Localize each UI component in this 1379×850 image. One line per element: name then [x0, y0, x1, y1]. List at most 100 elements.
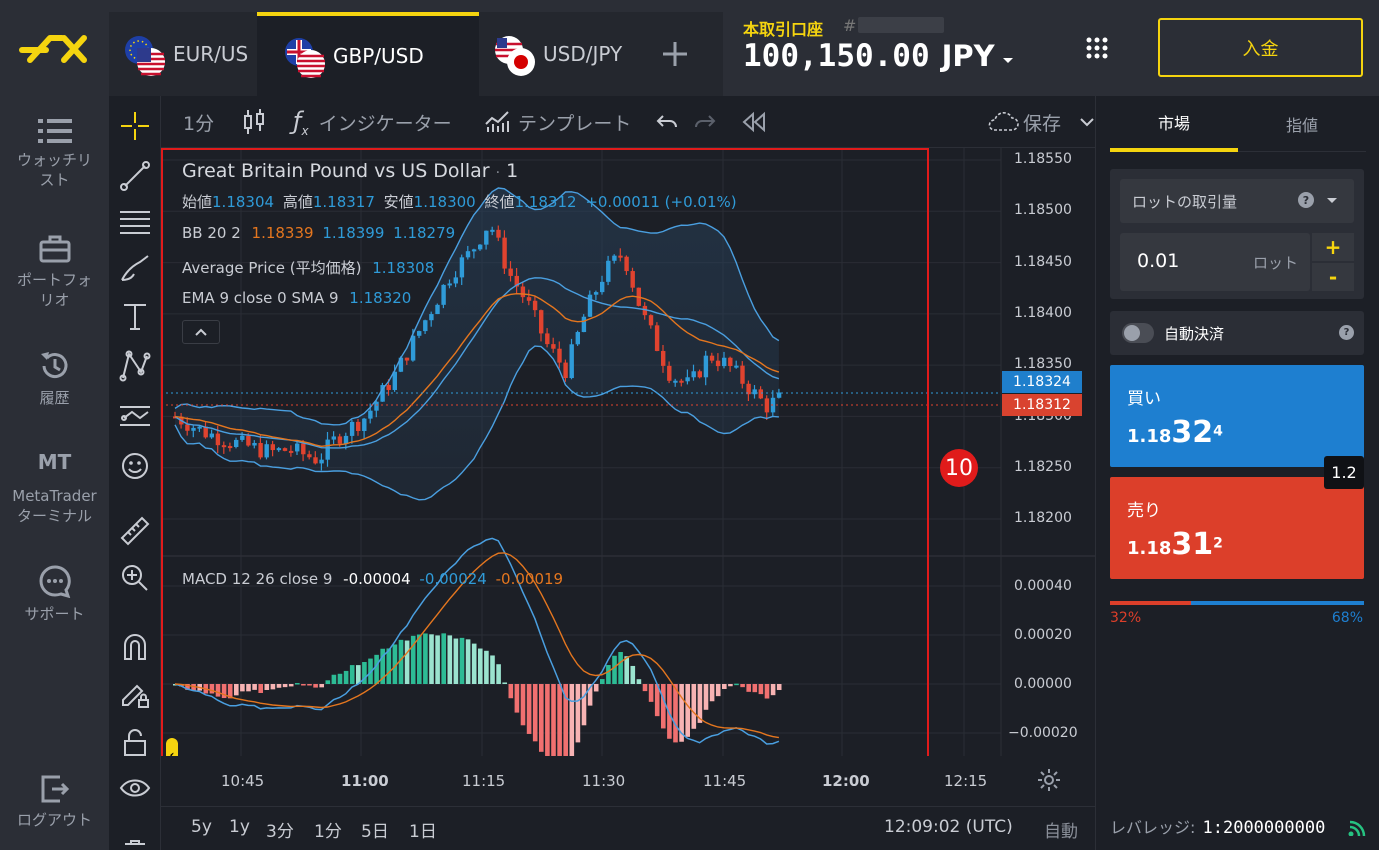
lot-input[interactable]: 0.01 ロット [1120, 233, 1310, 291]
chart-title: Great Britain Pound vs US Dollar [182, 160, 490, 182]
price-tick: 1.18200 [1014, 510, 1072, 526]
nav-metatrader[interactable]: MT MetaTraderターミナル [0, 452, 109, 526]
pattern-tool[interactable] [109, 346, 161, 386]
macd-histogram-bar [496, 664, 501, 684]
macd-histogram-bar [752, 684, 758, 693]
help-icon[interactable]: ? [1298, 192, 1314, 208]
deposit-button[interactable]: 入金 [1158, 18, 1363, 77]
period-1d[interactable]: 1日 [409, 817, 437, 842]
save-button[interactable]: 保存 [985, 96, 1095, 148]
undo-icon [656, 115, 677, 128]
rewind-button[interactable] [741, 96, 767, 148]
buy-price-big: 1.18 [1127, 426, 1172, 447]
nav-watchlist[interactable]: ウォッチリスト [0, 118, 109, 190]
text-tool[interactable] [109, 296, 161, 336]
emoji-tool[interactable] [109, 446, 161, 486]
chart-interval: 1 [506, 160, 519, 182]
lot-decrease-button[interactable]: - [1312, 263, 1354, 291]
macd-histogram-bar [343, 670, 349, 684]
nav-portfolio[interactable]: ポートフォリオ [0, 234, 109, 310]
macd-histogram-bar [423, 633, 428, 684]
indicators-button[interactable]: ƒx インジケーター [293, 96, 452, 148]
chart-toolbar: 1分 ƒx インジケーター テンプレート 保存 [161, 96, 1095, 148]
interval-button[interactable]: 1分 [183, 96, 214, 148]
lock-tool[interactable] [109, 722, 161, 762]
price-chart[interactable]: Great Britain Pound vs US Dollar · 1 始値1… [161, 148, 1095, 772]
tab-market[interactable]: 市場 [1110, 96, 1238, 152]
nav-logout[interactable]: ログアウト [0, 774, 109, 830]
add-tab-button[interactable] [627, 12, 723, 96]
period-3m[interactable]: 3分 [266, 817, 294, 842]
auto-scale-button[interactable]: 自動 [1044, 817, 1078, 842]
spread-badge: 1.2 [1324, 456, 1364, 489]
help-icon[interactable]: ? [1339, 325, 1354, 340]
tab-usdjpy[interactable]: USD/JPY [479, 12, 627, 96]
trendline-tool[interactable] [109, 156, 161, 196]
macd-histogram-bar [374, 654, 379, 684]
period-1y[interactable]: 1y [229, 817, 250, 837]
period-5y[interactable]: 5y [191, 817, 212, 837]
tab-gbpusd[interactable]: GBP/USD [257, 12, 479, 96]
tab-eurusd[interactable]: EUR/US [109, 12, 257, 96]
templates-button[interactable]: テンプレート [484, 96, 631, 148]
buy-price: 1.18324 [1127, 415, 1223, 450]
macd-histogram-bar [404, 640, 410, 684]
logout-icon [41, 775, 69, 803]
zoom-tool[interactable] [109, 558, 161, 598]
chart-settings-button[interactable] [1037, 768, 1061, 796]
macd-histogram-bar [600, 679, 605, 684]
open-value: 1.18304 [212, 193, 275, 211]
buy-price-frac: 4 [1213, 423, 1223, 440]
candle [654, 322, 660, 352]
trash-icon [125, 840, 145, 845]
tab-limit[interactable]: 指値 [1238, 96, 1366, 152]
crosshair-tool[interactable] [109, 106, 161, 146]
buy-percent: 68% [1331, 610, 1363, 626]
time-axis[interactable]: 10:45 11:00 11:15 11:30 11:45 12:00 12:1… [161, 756, 1095, 806]
sell-button[interactable]: 売り 1.18312 [1110, 477, 1364, 579]
macd-histogram-bar [234, 684, 239, 696]
ruler-tool[interactable] [109, 511, 161, 551]
apps-grid-icon[interactable] [1085, 36, 1109, 64]
period-1m[interactable]: 1分 [314, 817, 342, 842]
delete-tool[interactable] [109, 826, 161, 850]
close-value: 1.18312 [514, 193, 577, 211]
macd-histogram-bar [557, 684, 562, 756]
magnet-tool[interactable] [109, 626, 161, 666]
autoclose-row: 自動決済 ? [1110, 311, 1364, 355]
macd-histogram-bar [447, 635, 453, 684]
collapse-legend-button[interactable] [182, 320, 220, 344]
macd-histogram-bar [417, 634, 422, 684]
macd-histogram-bar [356, 665, 361, 684]
eye-icon [119, 779, 151, 797]
redo-button[interactable] [693, 96, 717, 148]
price-axis[interactable]: 1.18550 1.18500 1.18450 1.18400 1.18350 … [1002, 148, 1095, 756]
macd-histogram-bar [276, 684, 282, 688]
buy-button[interactable]: 買い 1.18324 [1110, 365, 1364, 467]
balance-currency: JPY [941, 39, 995, 73]
lot-increase-button[interactable]: + [1312, 233, 1354, 261]
projection-tool[interactable] [109, 396, 161, 436]
autoclose-toggle[interactable] [1122, 323, 1154, 343]
sentiment-sell-fill [1110, 601, 1192, 605]
chart-type-button[interactable] [243, 96, 265, 148]
utc-clock: 12:09:02 (UTC) [884, 817, 1013, 837]
fib-tool[interactable] [109, 202, 161, 242]
high-value: 1.18317 [312, 193, 375, 211]
macd-histogram-bar [581, 684, 587, 726]
exness-logo[interactable] [0, 0, 109, 96]
brush-tool[interactable] [109, 248, 161, 288]
macd-histogram-bar [630, 665, 636, 684]
visibility-tool[interactable] [109, 770, 161, 810]
account-balance[interactable]: 100,150.00 JPY [743, 38, 1015, 74]
gear-icon [1038, 769, 1060, 791]
macd-histogram-bar [264, 684, 270, 690]
period-5d[interactable]: 5日 [361, 817, 389, 842]
nav-history[interactable]: 履歴 [0, 350, 109, 408]
undo-button[interactable] [655, 96, 679, 148]
nav-support[interactable]: サポート [0, 564, 109, 624]
lot-volume-select[interactable]: ロットの取引量 ? [1120, 179, 1354, 223]
lock-drawing-tool[interactable] [109, 674, 161, 714]
projection-icon [120, 406, 150, 426]
candle [581, 314, 587, 333]
